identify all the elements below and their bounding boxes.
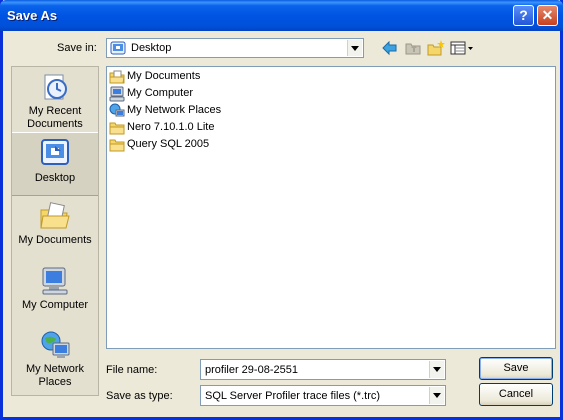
new-folder-icon[interactable] <box>427 39 445 57</box>
chevron-down-icon[interactable] <box>429 361 444 378</box>
place-label: My Network Places <box>25 363 85 388</box>
place-my-network-places[interactable]: My Network Places <box>12 327 98 393</box>
save-in-dropdown[interactable]: Desktop <box>106 38 364 58</box>
save-in-label: Save in: <box>57 42 97 54</box>
place-label: My Documents <box>18 234 92 246</box>
chevron-down-icon[interactable] <box>347 40 362 56</box>
file-name: My Computer <box>127 87 194 99</box>
place-desktop[interactable]: Desktop <box>12 132 98 196</box>
help-button[interactable]: ? <box>513 5 534 26</box>
folder-icon <box>109 139 125 152</box>
place-my-computer[interactable]: My Computer <box>12 263 98 325</box>
back-arrow-icon[interactable] <box>381 39 399 57</box>
views-icon[interactable] <box>450 39 474 57</box>
my-documents-icon <box>109 70 125 84</box>
folder-icon <box>109 122 125 135</box>
cancel-button[interactable]: Cancel <box>479 383 553 406</box>
save-as-type-label: Save as type: <box>106 390 173 402</box>
place-label: My Computer <box>21 299 89 311</box>
title-bar[interactable]: Save As ? ✕ <box>0 0 563 31</box>
file-name: My Network Places <box>127 104 222 116</box>
file-name: My Documents <box>127 70 201 82</box>
file-name: Nero 7.10.1.0 Lite <box>127 121 215 133</box>
up-folder-icon[interactable] <box>404 39 422 57</box>
recent-documents-icon <box>44 74 67 100</box>
network-places-icon <box>109 103 125 117</box>
place-label: My Recent Documents <box>27 105 83 130</box>
network-places-icon <box>41 331 70 358</box>
my-documents-icon <box>40 202 70 229</box>
desktop-icon <box>41 139 69 165</box>
save-as-type-value: SQL Server Profiler trace files (*.trc) <box>205 390 381 402</box>
save-button[interactable]: Save <box>479 357 553 380</box>
file-name: Query SQL 2005 <box>127 138 210 150</box>
file-name-label: File name: <box>106 364 158 376</box>
save-as-type-dropdown[interactable]: SQL Server Profiler trace files (*.trc) <box>200 385 446 406</box>
save-as-dialog: Save As ? ✕ Save in: Desktop My Recent D… <box>0 0 563 420</box>
my-computer-icon <box>42 267 68 295</box>
file-list[interactable]: My Documents My Computer My Network Plac… <box>106 66 556 349</box>
save-in-value: Desktop <box>131 42 172 54</box>
chevron-down-icon[interactable] <box>429 387 444 404</box>
places-bar: My Recent Documents Desktop My Documents <box>11 66 99 396</box>
close-button[interactable]: ✕ <box>537 5 558 26</box>
place-my-documents[interactable]: My Documents <box>12 198 98 260</box>
place-my-recent-documents[interactable]: My Recent Documents <box>12 69 98 131</box>
file-name-input[interactable]: profiler 29-08-2551 <box>200 359 446 380</box>
file-name-value: profiler 29-08-2551 <box>205 364 298 376</box>
window-title: Save As <box>7 8 58 23</box>
desktop-icon <box>110 41 126 55</box>
my-computer-icon <box>109 86 125 102</box>
place-label: Desktop <box>34 172 76 184</box>
